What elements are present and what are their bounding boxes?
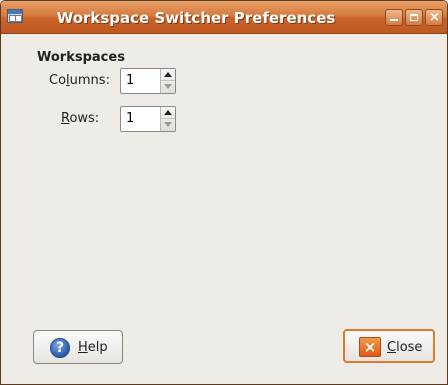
- window-close-button[interactable]: ×: [425, 9, 443, 26]
- maximize-button[interactable]: [405, 9, 423, 26]
- minimize-icon: [390, 19, 398, 21]
- workspace-switcher-icon[interactable]: [7, 9, 23, 23]
- increment-arrow-icon[interactable]: [164, 72, 172, 77]
- columns-label: Columns:: [49, 73, 110, 88]
- columns-spinbutton[interactable]: 1: [120, 68, 176, 94]
- maximize-icon: [410, 14, 418, 21]
- minimize-button[interactable]: [385, 9, 403, 26]
- increment-arrow-icon[interactable]: [164, 110, 172, 115]
- window-title: Workspace Switcher Preferences: [56, 9, 336, 27]
- workspaces-heading: Workspaces: [37, 50, 125, 65]
- title-bar[interactable]: Workspace Switcher Preferences ×: [1, 1, 447, 34]
- close-icon: ×: [429, 10, 440, 25]
- rows-label: Rows:: [61, 111, 100, 126]
- help-button[interactable]: ? Help: [33, 330, 123, 364]
- columns-value[interactable]: 1: [126, 73, 134, 88]
- rows-spinbutton[interactable]: 1: [120, 106, 176, 132]
- decrement-arrow-icon[interactable]: [164, 122, 172, 127]
- close-label: Close: [387, 340, 423, 355]
- close-icon: ×: [359, 337, 381, 357]
- decrement-arrow-icon[interactable]: [164, 84, 172, 89]
- help-icon: ?: [50, 338, 70, 358]
- close-button[interactable]: × Close: [343, 329, 435, 363]
- help-label: Help: [78, 340, 108, 355]
- rows-value[interactable]: 1: [126, 111, 134, 126]
- preferences-window: Workspace Switcher Preferences × Workspa…: [0, 0, 448, 385]
